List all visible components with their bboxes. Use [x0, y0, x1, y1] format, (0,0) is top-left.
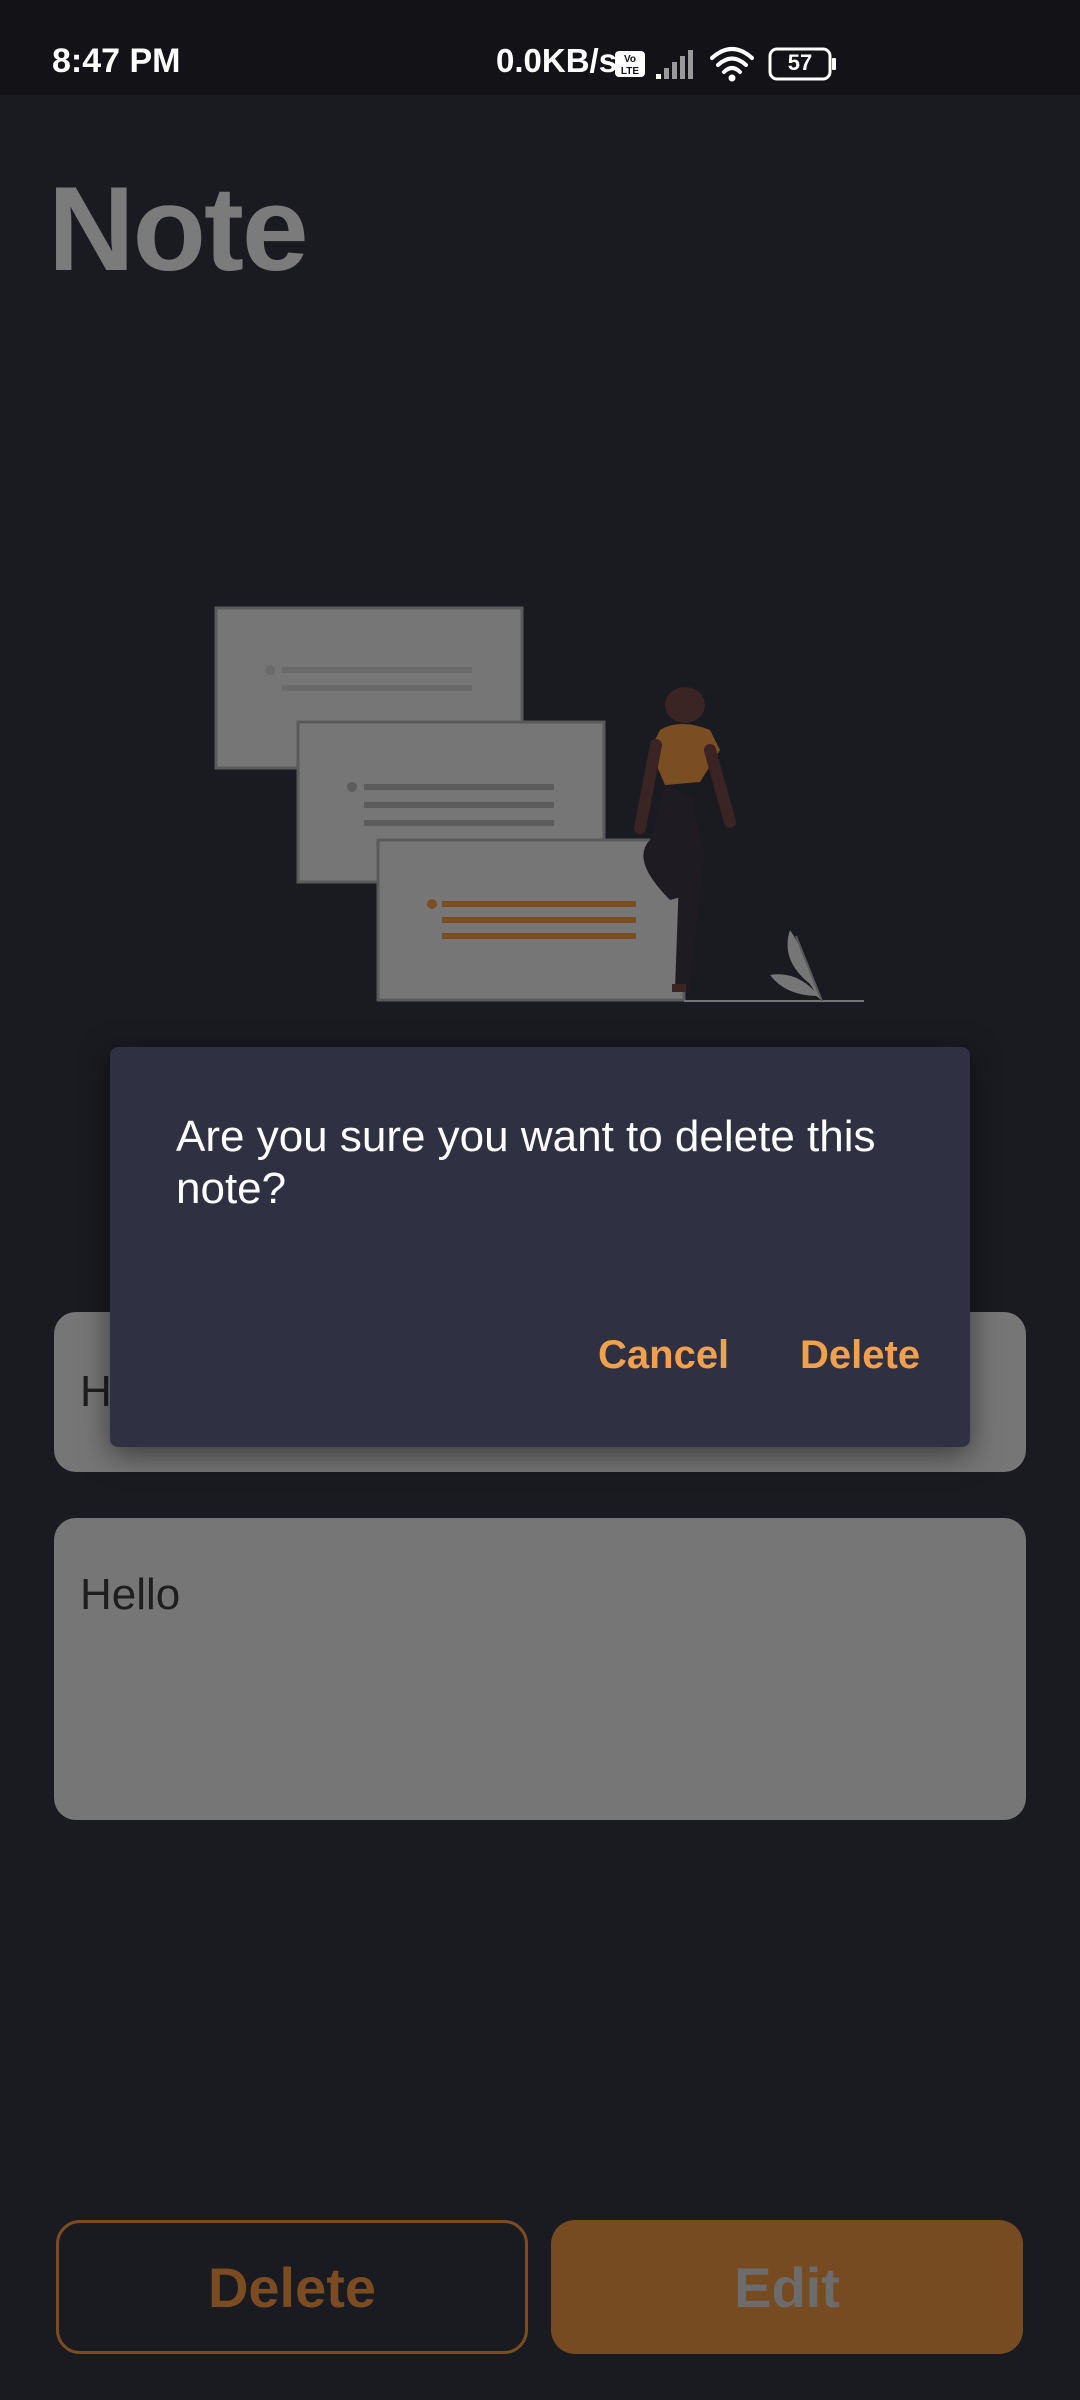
svg-text:LTE: LTE	[621, 66, 639, 77]
delete-confirm-dialog: Are you sure you want to delete this not…	[110, 1047, 970, 1447]
wifi-icon	[710, 47, 754, 82]
notes-illustration	[214, 606, 864, 1002]
battery-level: 57	[787, 50, 813, 75]
status-bar: 8:47 PM 0.0KB/s Vo LTE 57	[0, 0, 1080, 95]
status-time: 8:47 PM	[52, 42, 181, 80]
cancel-button[interactable]: Cancel	[598, 1333, 729, 1378]
network-speed: 0.0KB/s	[496, 42, 618, 79]
volte-icon: Vo LTE	[615, 51, 645, 77]
edit-button[interactable]: Edit	[551, 2220, 1023, 2354]
note-body-value: Hello	[80, 1570, 181, 1619]
signal-icon	[656, 50, 693, 79]
confirm-delete-button[interactable]: Delete	[800, 1333, 920, 1378]
delete-button[interactable]: Delete	[56, 2220, 528, 2354]
svg-text:Vo: Vo	[624, 54, 636, 65]
note-title-value: H	[80, 1367, 112, 1416]
dialog-message: Are you sure you want to delete this not…	[176, 1112, 876, 1213]
note-body-field[interactable]: Hello	[54, 1518, 1026, 1820]
page-title: Note	[48, 162, 309, 296]
